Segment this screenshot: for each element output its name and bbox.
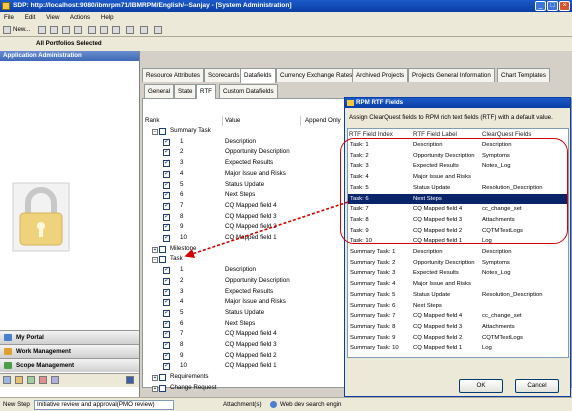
globe-icon [270, 401, 277, 408]
step-dropdown[interactable]: Initiative review and approval(PMO revie… [34, 400, 174, 410]
status-bar: New Step Initiative review and approval(… [0, 397, 572, 411]
attachments-link[interactable]: Attachment(s) [223, 398, 262, 411]
new-step-label: New Step [3, 401, 30, 408]
web-search-link[interactable]: Web dev search engin [280, 398, 341, 411]
tab-datafields[interactable]: Datafields [240, 68, 276, 83]
arrow-annotation-icon [184, 201, 349, 259]
step-dropdown-value: Initiative review and approval(PMO revie… [37, 401, 155, 408]
tab-rtf[interactable]: RTF [196, 84, 216, 99]
